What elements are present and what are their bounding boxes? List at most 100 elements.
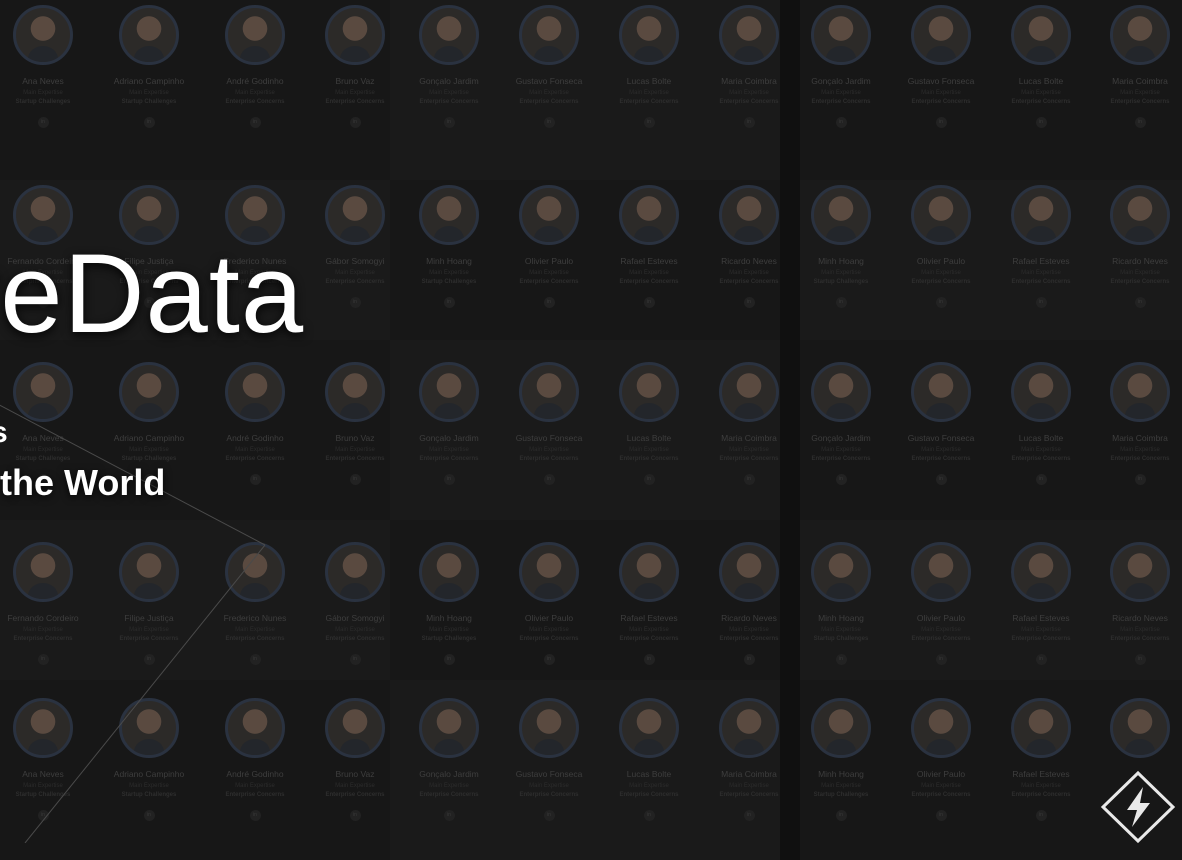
team-member-card[interactable]: Gustavo Fonseca Main Expertise Enterprise …: [891, 5, 991, 128]
linkedin-icon[interactable]: in: [543, 654, 555, 665]
linkedin-icon[interactable]: in: [835, 474, 847, 485]
team-member-card[interactable]: Lucas Bolte Main Expertise Enterprise Conc…: [991, 5, 1091, 128]
team-member-card[interactable]: Frederico Nunes Main Expertise Enterprise …: [205, 542, 305, 665]
team-member-card[interactable]: Olivier Paulo Main Expertise Enterprise Co…: [891, 542, 991, 665]
linkedin-icon[interactable]: in: [443, 810, 455, 821]
team-member-card[interactable]: Maria Coimbra Main Expertise Enterprise Co…: [699, 698, 799, 821]
linkedin-icon[interactable]: in: [349, 810, 361, 821]
team-member-card[interactable]: Filipe Justiça Main Expertise Enterprise C…: [99, 542, 199, 665]
team-member-card[interactable]: Gustavo Fonseca Main Expertise Enterprise …: [499, 362, 599, 485]
linkedin-icon[interactable]: in: [935, 810, 947, 821]
team-member-card[interactable]: Olivier Paulo Main Expertise Enterprise Co…: [891, 185, 991, 308]
team-member-card[interactable]: Maria Coimbra Main Expertise Enterprise Co…: [1090, 5, 1182, 128]
team-member-card[interactable]: Adriano Campinho Main Expertise Startup Ch…: [99, 698, 199, 821]
team-member-card[interactable]: André Godinho Main Expertise Enterprise Co…: [205, 698, 305, 821]
linkedin-icon[interactable]: in: [743, 297, 755, 308]
linkedin-icon[interactable]: in: [249, 474, 261, 485]
linkedin-icon[interactable]: in: [37, 117, 49, 128]
linkedin-icon[interactable]: in: [349, 297, 361, 308]
team-member-card[interactable]: Minh Hoang Main Expertise Startup Challeng…: [399, 542, 499, 665]
linkedin-icon[interactable]: in: [249, 654, 261, 665]
team-member-card[interactable]: Ricardo Neves Main Expertise Enterprise Co…: [1090, 185, 1182, 308]
linkedin-icon[interactable]: in: [249, 810, 261, 821]
linkedin-icon[interactable]: in: [643, 297, 655, 308]
team-member-card[interactable]: Minh Hoang Main Expertise Startup Challeng…: [791, 185, 891, 308]
team-member-card[interactable]: Ricardo Neves Main Expertise Enterprise Co…: [699, 185, 799, 308]
team-member-card[interactable]: Lucas Bolte Main Expertise Enterprise Conc…: [599, 5, 699, 128]
team-member-card[interactable]: André Godinho Main Expertise Enterprise Co…: [205, 5, 305, 128]
team-member-card[interactable]: Lucas Bolte Main Expertise Enterprise Conc…: [599, 362, 699, 485]
team-member-card[interactable]: Gustavo Fonseca Main Expertise Enterprise …: [499, 698, 599, 821]
linkedin-icon[interactable]: in: [743, 654, 755, 665]
team-member-card[interactable]: Gonçalo Jardim Main Expertise Enterprise C…: [399, 698, 499, 821]
linkedin-icon[interactable]: in: [835, 117, 847, 128]
linkedin-icon[interactable]: in: [543, 810, 555, 821]
linkedin-icon[interactable]: in: [835, 654, 847, 665]
linkedin-icon[interactable]: in: [443, 297, 455, 308]
team-member-card[interactable]: Maria Coimbra Main Expertise Enterprise Co…: [1090, 362, 1182, 485]
linkedin-icon[interactable]: in: [349, 474, 361, 485]
linkedin-icon[interactable]: in: [443, 654, 455, 665]
team-member-card[interactable]: Gonçalo Jardim Main Expertise Enterprise C…: [791, 5, 891, 128]
bolt-logo-icon[interactable]: [1099, 769, 1177, 845]
team-member-card[interactable]: Gustavo Fonseca Main Expertise Enterprise …: [891, 362, 991, 485]
linkedin-icon[interactable]: in: [37, 810, 49, 821]
linkedin-icon[interactable]: in: [935, 654, 947, 665]
linkedin-icon[interactable]: in: [935, 117, 947, 128]
team-member-card[interactable]: Minh Hoang Main Expertise Startup Challeng…: [791, 698, 891, 821]
linkedin-icon[interactable]: in: [1134, 474, 1146, 485]
linkedin-icon[interactable]: in: [143, 117, 155, 128]
linkedin-icon[interactable]: in: [37, 654, 49, 665]
linkedin-icon[interactable]: in: [1035, 297, 1047, 308]
linkedin-icon[interactable]: in: [743, 474, 755, 485]
team-member-card[interactable]: Ricardo Neves Main Expertise Enterprise Co…: [1090, 542, 1182, 665]
linkedin-icon[interactable]: in: [835, 810, 847, 821]
linkedin-icon[interactable]: in: [1134, 654, 1146, 665]
team-member-card[interactable]: Minh Hoang Main Expertise Startup Challeng…: [791, 542, 891, 665]
team-member-card[interactable]: Lucas Bolte Main Expertise Enterprise Conc…: [991, 362, 1091, 485]
linkedin-icon[interactable]: in: [1035, 117, 1047, 128]
linkedin-icon[interactable]: in: [349, 654, 361, 665]
team-member-card[interactable]: Bruno Vaz Main Expertise Enterprise Concer…: [305, 362, 405, 485]
linkedin-icon[interactable]: in: [743, 117, 755, 128]
linkedin-icon[interactable]: in: [643, 654, 655, 665]
team-member-card[interactable]: Rafael Esteves Main Expertise Enterprise C…: [599, 542, 699, 665]
team-member-card[interactable]: Olivier Paulo Main Expertise Enterprise Co…: [499, 185, 599, 308]
team-member-card[interactable]: Fernando Cordeiro Main Expertise Enterpris…: [0, 542, 93, 665]
linkedin-icon[interactable]: in: [143, 654, 155, 665]
team-member-card[interactable]: Gustavo Fonseca Main Expertise Enterprise …: [499, 5, 599, 128]
linkedin-icon[interactable]: in: [543, 297, 555, 308]
team-member-card[interactable]: Lucas Bolte Main Expertise Enterprise Conc…: [599, 698, 699, 821]
linkedin-icon[interactable]: in: [443, 474, 455, 485]
team-member-card[interactable]: Ana Neves Main Expertise Startup Challenge…: [0, 5, 93, 128]
linkedin-icon[interactable]: in: [249, 117, 261, 128]
team-member-card[interactable]: Maria Coimbra Main Expertise Enterprise Co…: [699, 362, 799, 485]
team-member-card[interactable]: Maria Coimbra Main Expertise Enterprise Co…: [699, 5, 799, 128]
linkedin-icon[interactable]: in: [1035, 474, 1047, 485]
linkedin-icon[interactable]: in: [643, 810, 655, 821]
team-member-card[interactable]: Bruno Vaz Main Expertise Enterprise Concer…: [305, 5, 405, 128]
linkedin-icon[interactable]: in: [643, 474, 655, 485]
team-member-card[interactable]: [1090, 698, 1182, 758]
linkedin-icon[interactable]: in: [935, 297, 947, 308]
team-member-card[interactable]: Gonçalo Jardim Main Expertise Enterprise C…: [399, 5, 499, 128]
linkedin-icon[interactable]: in: [143, 810, 155, 821]
linkedin-icon[interactable]: in: [1134, 117, 1146, 128]
team-member-card[interactable]: Gábor Somogyi Main Expertise Enterprise Co…: [305, 185, 405, 308]
team-member-card[interactable]: Olivier Paulo Main Expertise Enterprise Co…: [891, 698, 991, 821]
team-member-card[interactable]: Ana Neves Main Expertise Startup Challenge…: [0, 698, 93, 821]
linkedin-icon[interactable]: in: [443, 117, 455, 128]
linkedin-icon[interactable]: in: [543, 474, 555, 485]
team-member-card[interactable]: Minh Hoang Main Expertise Startup Challeng…: [399, 185, 499, 308]
team-member-card[interactable]: Bruno Vaz Main Expertise Enterprise Concer…: [305, 698, 405, 821]
team-member-card[interactable]: Gábor Somogyi Main Expertise Enterprise Co…: [305, 542, 405, 665]
team-member-card[interactable]: Adriano Campinho Main Expertise Startup Ch…: [99, 5, 199, 128]
team-member-card[interactable]: Rafael Esteves Main Expertise Enterprise C…: [991, 185, 1091, 308]
team-member-card[interactable]: Ricardo Neves Main Expertise Enterprise Co…: [699, 542, 799, 665]
team-member-card[interactable]: Rafael Esteves Main Expertise Enterprise C…: [991, 542, 1091, 665]
team-member-card[interactable]: Rafael Esteves Main Expertise Enterprise C…: [991, 698, 1091, 821]
team-member-card[interactable]: Gonçalo Jardim Main Expertise Enterprise C…: [791, 362, 891, 485]
team-member-card[interactable]: Rafael Esteves Main Expertise Enterprise C…: [599, 185, 699, 308]
linkedin-icon[interactable]: in: [835, 297, 847, 308]
team-member-card[interactable]: André Godinho Main Expertise Enterprise Co…: [205, 362, 305, 485]
